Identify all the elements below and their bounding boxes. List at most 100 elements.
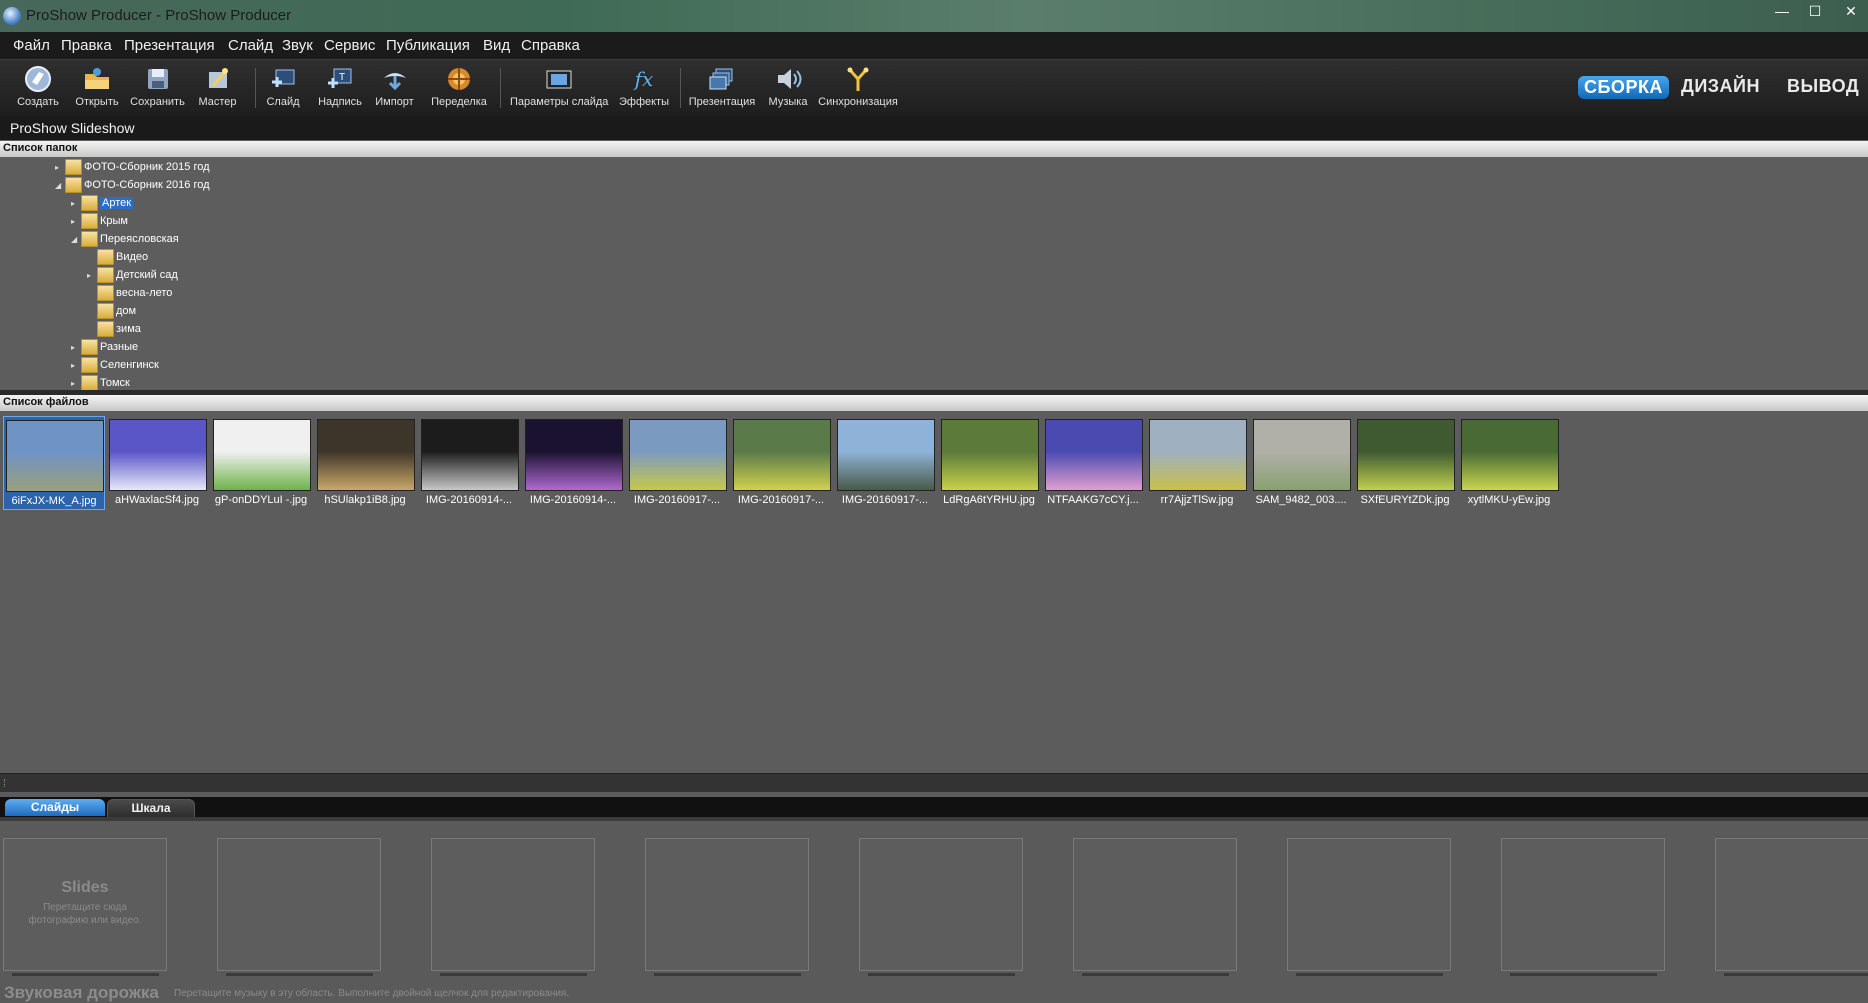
folder-label: ФОТО-Сборник 2016 год: [84, 179, 210, 191]
folder-icon: [65, 159, 82, 175]
minimize-button[interactable]: —: [1767, 0, 1797, 22]
lower-splitter[interactable]: [0, 773, 1868, 792]
slot-shadow: [1296, 973, 1443, 976]
expand-arrow-icon[interactable]: ▸: [71, 199, 81, 208]
photo-thumbnail-image: [629, 419, 727, 491]
file-list-title: Список файлов: [3, 396, 89, 408]
folder-label: Крым: [100, 215, 128, 227]
folder-item[interactable]: Видео: [87, 249, 148, 266]
folder-item[interactable]: зима: [87, 321, 141, 338]
save-button[interactable]: Сохранить: [130, 62, 185, 112]
slide-slot[interactable]: Slides Перетащите сюда фотографию или вид…: [3, 838, 167, 976]
folder-item[interactable]: ▸ Детский сад: [87, 267, 178, 284]
maximize-button[interactable]: ☐: [1800, 0, 1830, 22]
mode-publish-button[interactable]: ВЫВОД: [1787, 76, 1859, 97]
file-thumbnail[interactable]: IMG-20160917-...: [835, 416, 935, 508]
expand-arrow-icon[interactable]: ▸: [71, 361, 81, 370]
file-thumbnail[interactable]: LdRgA6tYRHU.jpg: [939, 416, 1039, 508]
folder-item[interactable]: ▸ Артек: [71, 195, 134, 212]
sync-button[interactable]: Синхронизация: [818, 62, 898, 112]
folder-item[interactable]: ▸ Селенгинск: [71, 357, 159, 374]
folder-item[interactable]: ◢ Переясловская: [71, 231, 179, 248]
menu-publish[interactable]: Публикация: [386, 37, 470, 54]
file-thumbnail[interactable]: IMG-20160917-...: [731, 416, 831, 508]
file-thumbnail[interactable]: SXfEURYtZDk.jpg: [1355, 416, 1455, 508]
menu-help[interactable]: Справка: [521, 37, 580, 54]
file-name: NTFAAKG7cCY.j...: [1047, 494, 1139, 506]
mode-build-button[interactable]: СБОРКА: [1578, 76, 1669, 99]
caption-button[interactable]: T Надпись: [315, 62, 365, 112]
slide-options-label: Параметры слайда: [510, 96, 609, 108]
file-thumbnail[interactable]: IMG-20160914-...: [523, 416, 623, 508]
menu-slide[interactable]: Слайд: [228, 37, 273, 54]
expand-arrow-icon[interactable]: ▸: [71, 217, 81, 226]
folder-item[interactable]: ▸ Томск: [71, 375, 130, 390]
tab-bar: Слайды Шкала: [0, 797, 1868, 817]
folder-item[interactable]: ◢ ФОТО-Сборник 2016 год: [55, 177, 210, 194]
show-options-button[interactable]: Презентация: [688, 62, 756, 112]
toolbar-separator: [500, 68, 501, 108]
slide-slot[interactable]: [1287, 838, 1451, 976]
audio-track[interactable]: Звуковая дорожка Перетащите музыку в эту…: [0, 982, 1868, 1003]
tab-slides[interactable]: Слайды: [5, 799, 105, 816]
expand-arrow-icon[interactable]: ◢: [71, 235, 81, 244]
file-thumbnail[interactable]: IMG-20160914-...: [419, 416, 519, 508]
slide-slot[interactable]: [1073, 838, 1237, 976]
import-button[interactable]: Импорт: [372, 62, 417, 112]
file-thumbnail[interactable]: xytlMKU-yEw.jpg: [1459, 416, 1559, 508]
expand-arrow-icon[interactable]: ▸: [71, 343, 81, 352]
folder-item[interactable]: ▸ Разные: [71, 339, 138, 356]
folder-icon: [81, 213, 98, 229]
file-thumbnail[interactable]: hSUlakp1iB8.jpg: [315, 416, 415, 508]
splitter-grip[interactable]: [4, 779, 8, 787]
svg-text:fx: fx: [633, 67, 654, 91]
file-thumbnail[interactable]: gP-onDDYLuI -.jpg: [211, 416, 311, 508]
folder-icon: [81, 231, 98, 247]
slide-slot[interactable]: [645, 838, 809, 976]
music-button[interactable]: Музыка: [766, 62, 810, 112]
photo-thumbnail-image: [6, 420, 104, 492]
tab-timeline[interactable]: Шкала: [107, 799, 195, 817]
effects-button[interactable]: fx Эффекты: [618, 62, 670, 112]
slide-slot[interactable]: [859, 838, 1023, 976]
slide-slot[interactable]: [431, 838, 595, 976]
audio-track-hint: Перетащите музыку в эту область. Выполни…: [174, 988, 570, 999]
slide-options-button[interactable]: Параметры слайда: [510, 62, 609, 112]
slide-slot[interactable]: [217, 838, 381, 976]
folder-item[interactable]: дом: [87, 303, 136, 320]
open-button[interactable]: Открыть: [72, 62, 122, 112]
slide-slot[interactable]: [1715, 838, 1868, 976]
expand-arrow-icon[interactable]: ▸: [55, 163, 65, 172]
remix-button[interactable]: Переделка: [430, 62, 488, 112]
file-thumbnail[interactable]: NTFAAKG7cCY.j...: [1043, 416, 1143, 508]
folder-item[interactable]: ▸ Крым: [71, 213, 128, 230]
folder-item[interactable]: весна-лето: [87, 285, 172, 302]
file-name: SXfEURYtZDk.jpg: [1360, 494, 1450, 506]
slide-list[interactable]: Slides Перетащите сюда фотографию или вид…: [0, 817, 1868, 986]
expand-arrow-icon[interactable]: ◢: [55, 181, 65, 190]
wizard-button[interactable]: Мастер: [195, 62, 240, 112]
file-thumbnail[interactable]: aHWaxlacSf4.jpg: [107, 416, 207, 508]
menu-tools[interactable]: Сервис: [324, 37, 375, 54]
menu-show[interactable]: Презентация: [124, 37, 215, 54]
menu-audio[interactable]: Звук: [282, 37, 313, 54]
show-title[interactable]: ProShow Slideshow: [10, 120, 135, 136]
menu-file[interactable]: Файл: [13, 37, 50, 54]
expand-arrow-icon[interactable]: ▸: [71, 379, 81, 388]
menu-edit[interactable]: Правка: [61, 37, 112, 54]
add-slide-button[interactable]: Слайд: [263, 62, 303, 112]
expand-arrow-icon[interactable]: ▸: [87, 271, 97, 280]
file-thumbnail[interactable]: IMG-20160917-...: [627, 416, 727, 508]
slide-slot[interactable]: [1501, 838, 1665, 976]
create-button[interactable]: Создать: [14, 62, 62, 112]
sync-label: Синхронизация: [818, 96, 898, 108]
file-thumbnail[interactable]: SAM_9482_003....: [1251, 416, 1351, 508]
folder-list-header: Список папок: [0, 141, 1868, 157]
close-button[interactable]: ✕: [1836, 0, 1866, 22]
folder-item[interactable]: ▸ ФОТО-Сборник 2015 год: [55, 159, 210, 176]
file-thumbnail[interactable]: 6iFxJX-MK_A.jpg: [3, 416, 105, 510]
menu-view[interactable]: Вид: [483, 37, 510, 54]
file-list: 6iFxJX-MK_A.jpg aHWaxlacSf4.jpg gP-onDDYLu…: [0, 411, 1868, 773]
file-thumbnail[interactable]: rr7AjjzTlSw.jpg: [1147, 416, 1247, 508]
mode-design-button[interactable]: ДИЗАЙН: [1681, 76, 1760, 97]
